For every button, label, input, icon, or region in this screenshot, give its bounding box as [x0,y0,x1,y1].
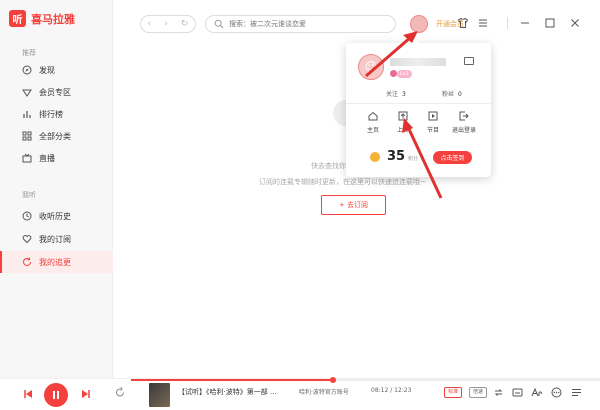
pause-icon [53,391,59,399]
speed-button[interactable]: 倍速 [469,387,488,398]
sidebar: 听 喜马拉雅 推荐 发现 会员专区 排行榜 全部分类 直播 我听 收听历史 我的… [0,0,113,378]
avatar[interactable] [410,15,428,33]
compass-icon [22,65,32,75]
progress-knob[interactable] [329,377,336,383]
programs-button[interactable]: 节目 [416,111,450,134]
vip-icon [22,87,32,97]
empty-description: 订阅的连载专辑随时更新，在这里可以快速追连载哦~ [259,178,426,186]
search-icon [214,19,224,29]
subscribe-button[interactable]: + 去订阅 [321,195,386,215]
mail-icon[interactable] [464,57,474,65]
coin-unit: 积分 [408,156,419,162]
pause-button[interactable] [44,383,68,407]
sidebar-item-live[interactable]: 直播 [0,147,113,169]
heart-icon [22,234,32,244]
history-nav: ‹ › ↻ [140,15,196,33]
prev-icon[interactable] [23,389,33,402]
upload-button[interactable]: 上传 [386,111,420,134]
search-input[interactable] [229,20,389,28]
home-icon [368,111,378,121]
sidebar-item-label: 我的追更 [39,257,71,267]
forward-button[interactable]: › [164,19,168,29]
refresh-button[interactable]: ↻ [181,19,189,29]
font-size-icon[interactable] [531,387,542,398]
follow-count: 3 [402,91,406,98]
username-redacted [390,58,446,66]
level-icon [390,70,397,77]
more-icon[interactable] [551,387,562,398]
minimize-icon[interactable] [519,17,531,29]
track-artist[interactable]: 哈利·波特官方账号 [299,387,349,396]
popup-avatar[interactable]: ☺ [358,54,384,80]
logout-icon [459,111,469,121]
loop-icon[interactable] [493,387,504,398]
logout-button[interactable]: 退出登录 [447,111,481,134]
subtitle-icon[interactable] [512,387,523,398]
menu-icon[interactable] [477,17,489,29]
sidebar-item-label: 直播 [39,153,55,163]
home-button[interactable]: 主页 [356,111,390,134]
track-time: 08:12 / 12:23 [371,387,412,394]
sidebar-item-label: 排行榜 [39,109,63,119]
sidebar-item-label: 收听历史 [39,211,71,221]
app-logo[interactable]: 听 喜马拉雅 [9,10,75,27]
divider [346,103,491,104]
sidebar-item-label: 发现 [39,65,55,75]
section-mine-title: 我听 [22,191,36,199]
maximize-icon[interactable] [544,17,556,29]
search-box[interactable] [205,15,396,33]
sidebar-item-vip[interactable]: 会员专区 [0,81,113,103]
divider [507,17,508,29]
grid-icon [22,131,32,141]
track-cover[interactable] [149,383,170,407]
shirt-icon[interactable] [457,17,469,29]
progress-fill [131,379,333,381]
refresh-icon [22,257,32,267]
sidebar-item-discover[interactable]: 发现 [0,59,113,81]
progress-bar[interactable] [131,377,600,383]
sidebar-item-subscriptions[interactable]: 我的订阅 [0,228,113,250]
fans-label: 粉丝 [442,91,455,98]
sidebar-item-following[interactable]: 我的追更 [0,251,113,273]
action-label: 节目 [426,127,439,134]
level-badge: Lv1 [397,70,412,78]
sidebar-item-categories[interactable]: 全部分类 [0,125,113,147]
profile-popup: ☺ Lv1 关注 3 粉丝 0 主页 上传 节目 退出登录 35 积分 点击签到 [346,38,491,177]
logo-mark: 听 [9,10,26,27]
fans-stat[interactable]: 粉丝 0 [442,89,462,98]
back-button[interactable]: ‹ [148,19,152,29]
coin-balance: 35 [387,149,406,164]
sidebar-item-label: 全部分类 [39,131,71,141]
rewind-icon[interactable] [115,387,126,398]
checkin-button[interactable]: 点击签到 [433,151,472,164]
action-label: 上传 [396,127,409,134]
sidebar-item-label: 我的订阅 [39,234,71,244]
sidebar-item-ranking[interactable]: 排行榜 [0,103,113,125]
follow-label: 关注 [386,91,399,98]
sidebar-item-history[interactable]: 收听历史 [0,205,113,227]
follow-stat[interactable]: 关注 3 [386,89,406,98]
fans-count: 0 [458,91,462,98]
ranking-icon [22,109,32,119]
next-icon[interactable] [81,389,91,402]
track-title[interactable]: 【试听】《哈利·波特》第一部 ... [178,387,277,397]
live-icon [22,153,32,163]
playlist-icon[interactable] [571,387,582,398]
section-recommend-title: 推荐 [22,49,36,57]
app-name: 喜马拉雅 [31,12,75,26]
clock-icon [22,211,32,221]
action-label: 主页 [366,127,379,134]
player-bar: 【试听】《哈利·波特》第一部 ... 哈利·波特官方账号 08:12 / 12:… [0,377,600,410]
coin-icon [370,152,380,162]
quality-button[interactable]: 标准 [444,387,463,398]
close-icon[interactable] [569,17,581,29]
upload-icon [398,111,408,121]
play-box-icon [428,111,438,121]
sidebar-item-label: 会员专区 [39,87,71,97]
action-label: 退出登录 [451,127,476,134]
